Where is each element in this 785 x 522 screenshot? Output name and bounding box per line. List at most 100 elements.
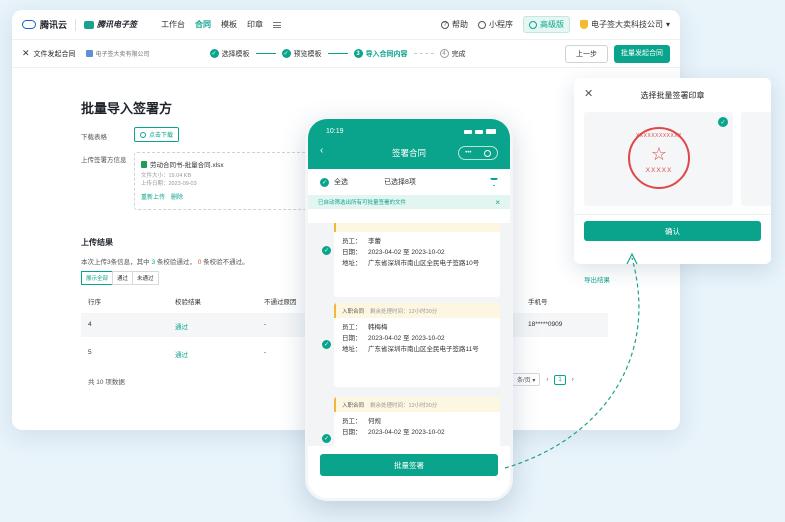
field-value: 广东省深圳市南山区全民电子签路11号 (368, 346, 479, 353)
card-header (334, 223, 500, 232)
nav-workbench[interactable]: 工作台 (161, 19, 185, 30)
card-check-icon[interactable]: ✓ (322, 434, 331, 443)
step-number: 4 (439, 49, 449, 58)
contract-card[interactable]: 入职合同 剩余处理时间：12小时30分 员工： 韩梅梅 日期： 2023-04-02 … (334, 303, 500, 387)
batch-submit-button[interactable]: 批量发起合同 (614, 44, 670, 63)
card-date: 日期： 2023-04-02 至 2023-10-02 (342, 427, 492, 438)
filter-pass[interactable]: 通过 (112, 271, 134, 285)
reupload-link[interactable]: 重新上传 (141, 192, 165, 201)
select-all-check-icon[interactable]: ✓ (320, 177, 329, 187)
auto-filter-notice: 已自动筛选出所有可批量签署的文件 × (308, 195, 510, 209)
tencent-cloud-logo[interactable]: 腾讯云 (22, 18, 67, 31)
contract-card[interactable]: 员工： 李蕾 日期： 2023-04-02 至 2023-10-02 地址： 广东省深… (334, 223, 500, 297)
field-value: 广东省深圳市南山区全民电子签路10号 (368, 260, 480, 267)
nav-template[interactable]: 模板 (221, 19, 237, 30)
page-number[interactable]: 1 (554, 374, 566, 385)
company-name: 电子签大卖科技公司 (590, 20, 663, 29)
field-value: 2023-04-02 至 2023-10-02 (368, 429, 445, 436)
prev-page-icon[interactable]: ‹ (546, 377, 548, 383)
export-link[interactable]: 导出结果 (584, 274, 610, 284)
status-time: 10:19 (326, 128, 344, 135)
seal-picker-title: 选择批量签署印章 (640, 91, 705, 100)
field-key: 员工： (342, 238, 362, 245)
card-tag: 入职合同 (342, 308, 365, 315)
close-miniapp-icon[interactable] (483, 149, 491, 157)
divider (574, 214, 771, 215)
menu-icon[interactable] (273, 21, 282, 28)
page-size-select[interactable]: 条/页 ▾ (512, 373, 541, 386)
select-all-label[interactable]: 全选 (334, 177, 348, 187)
field-value: 2023-04-02 至 2023-10-02 (368, 335, 445, 342)
step-connector (255, 53, 276, 54)
company-stamp-icon: XXXXXXXXXXXX ☆ XXXXX (628, 127, 690, 189)
stamp-ring-text: XXXXXXXXXXXX (636, 133, 683, 139)
row-result: 通过 (175, 352, 188, 359)
total-count: 共 10 项数据 (88, 379, 125, 386)
delete-link[interactable]: 删除 (171, 192, 183, 201)
download-button[interactable]: 点击下载 (134, 127, 180, 142)
result-summary: 本次上传3条信息，其中 3 条校验通过， 0 条校验不通过。 (81, 256, 249, 266)
close-notice-icon[interactable]: × (495, 198, 500, 207)
cloud-icon (22, 20, 36, 29)
divider (75, 18, 77, 31)
summary-prefix: 本次上传3条信息，其中 (81, 259, 150, 266)
upload-box[interactable]: 劳动合同书-批量合同.xlsx 文件大小：19.04 KB 上传日期：2023-0… (134, 152, 314, 210)
fail-count: 0 (197, 259, 202, 266)
confirm-button[interactable]: 确认 (584, 221, 761, 241)
contract-card[interactable]: 入职合同 剩余处理时间：12小时30分 员工： 何规 日期： 2023-04-02 至… (334, 397, 500, 449)
capsule-menu[interactable]: ••• (458, 146, 498, 160)
file-name: 劳动合同书-批量合同.xlsx (141, 159, 307, 169)
page-size-label: 条/页 (517, 378, 531, 384)
step-bar: ✕ 文件发起合同 电子签大卖有限公司 ✓ 选择模板 ✓ 预览模板 3 导入合同内容 4… (12, 40, 680, 68)
help-link[interactable]: ? 帮助 (440, 19, 468, 30)
filter-icon[interactable] (490, 178, 498, 186)
filter-fail[interactable]: 未通过 (132, 271, 159, 285)
miniapp-icon (477, 20, 486, 29)
check-icon: ✓ (281, 49, 291, 58)
stamp-name: XXXXX (645, 167, 673, 174)
selected-count: 已选择8项 (384, 179, 416, 186)
top-navbar: 腾讯云 腾讯电子签 工作台 合同 模板 印章 ? 帮助 小程序 高级版 电子签大卖… (12, 10, 680, 40)
page-title: 批量导入签署方 (81, 101, 173, 116)
step-label: 预览模板 (293, 50, 322, 58)
col-phone: 手机号 (528, 299, 548, 306)
batch-sign-button[interactable]: 批量签署 (320, 454, 498, 476)
nav-contract[interactable]: 合同 (195, 19, 211, 30)
seal-option[interactable] (741, 112, 771, 206)
company-switcher[interactable]: 电子签大卖科技公司 ▾ (579, 19, 670, 30)
edition-badge[interactable]: 高级版 (522, 16, 570, 33)
more-dots-icon[interactable]: ••• (465, 150, 471, 156)
next-page-icon[interactable]: › (572, 377, 574, 383)
file-actions: 重新上传 删除 (141, 192, 307, 201)
filter-all[interactable]: 展示全部 (81, 271, 114, 285)
step-connector (327, 53, 348, 54)
row-index: 5 (88, 349, 92, 356)
card-check-icon[interactable]: ✓ (322, 340, 331, 349)
contract-list: 员工： 李蕾 日期： 2023-04-02 至 2023-10-02 地址： 广东省深… (308, 223, 510, 449)
card-date: 日期： 2023-04-02 至 2023-10-02 (342, 333, 492, 344)
row-result: 通过 (175, 324, 188, 331)
step-number: 3 (353, 49, 363, 58)
col-reason: 不通过原因 (264, 299, 297, 306)
signal-icon (464, 129, 472, 134)
prev-button[interactable]: 上一步 (565, 44, 608, 63)
field-key: 地址： (342, 346, 362, 353)
field-value: 李蕾 (368, 238, 381, 245)
esign-logo[interactable]: 腾讯电子签 (84, 19, 137, 30)
field-key: 日期： (342, 249, 362, 256)
summary-mid: 条校验通过， (156, 259, 196, 266)
verified-shield-icon (579, 20, 588, 29)
step-label: 完成 (451, 50, 466, 58)
nav-seal[interactable]: 印章 (247, 19, 263, 30)
seal-option[interactable]: ✓ XXXXXXXXXXXX ☆ XXXXX (584, 112, 733, 206)
file-meta: 文件大小：19.04 KB 上传日期：2023-09-03 (141, 172, 307, 188)
miniapp-link[interactable]: 小程序 (477, 19, 513, 30)
selected-check-icon: ✓ (718, 117, 728, 127)
product-name: 腾讯电子签 (97, 20, 138, 29)
battery-icon (486, 129, 496, 134)
brand-name: 腾讯云 (40, 20, 68, 30)
card-check-icon[interactable]: ✓ (322, 246, 331, 255)
check-icon: ✓ (209, 49, 219, 58)
close-icon[interactable]: ✕ (22, 48, 30, 59)
phone-header: 10:19 ‹ 签署合同 ••• (308, 119, 510, 169)
